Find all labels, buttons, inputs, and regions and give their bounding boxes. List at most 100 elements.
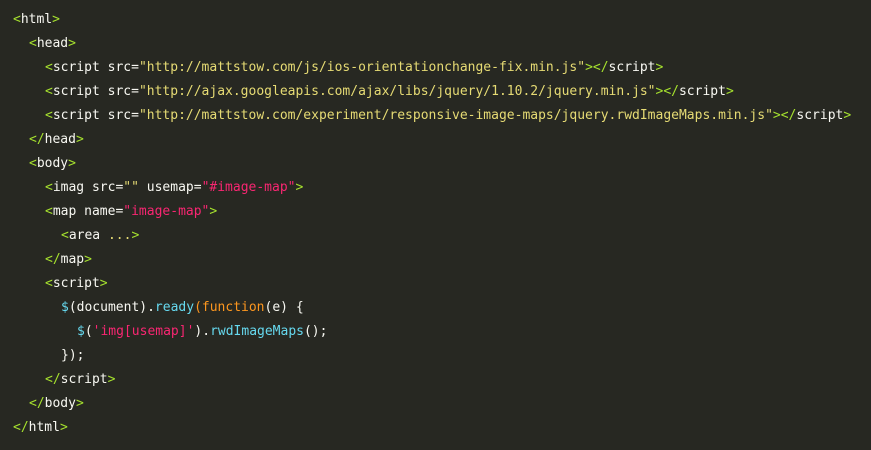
code-token: < [13, 12, 21, 27]
code-token: ( [84, 324, 93, 339]
code-line: <script> [0, 272, 871, 296]
code-token: > [843, 108, 852, 123]
code-token: ). [194, 324, 211, 339]
code-token: > [52, 12, 60, 27]
code-token: (); [303, 324, 328, 339]
code-token: </ [29, 396, 45, 411]
code-token: < [45, 84, 53, 99]
code-line: <body> [0, 152, 871, 176]
code-token: script [60, 372, 108, 387]
code-token: < [45, 276, 53, 291]
code-token: > [725, 84, 734, 99]
code-token: < [29, 156, 37, 171]
code-token: ></ [772, 108, 797, 123]
code-token: area [68, 228, 101, 243]
code-token: $ [77, 324, 85, 339]
code-token: > [84, 252, 92, 267]
code-token: </ [45, 252, 61, 267]
code-token: ></ [655, 84, 679, 99]
code-line: <html> [0, 8, 871, 32]
code-token: head [36, 36, 69, 51]
code-token: = [131, 60, 139, 75]
code-token: < [29, 36, 37, 51]
code-token: script [678, 84, 726, 99]
code-token: > [68, 36, 76, 51]
code-line: </body> [0, 392, 871, 416]
code-token: = [131, 84, 139, 99]
code-token: > [59, 420, 68, 435]
code-token: src [91, 180, 116, 195]
code-token: > [75, 132, 84, 147]
code-block: <html> <head> <script src="http://mattstow… [0, 0, 871, 450]
code-token: = [131, 108, 139, 123]
code-token: > [75, 396, 84, 411]
code-token: map [60, 252, 85, 267]
code-token: > [295, 180, 304, 195]
code-token: imag [52, 180, 85, 195]
code-token: > [107, 372, 116, 387]
code-line: $(document).ready(function(e) { [0, 296, 871, 320]
code-line: <script src="http://mattstow.com/experim… [0, 104, 871, 128]
code-token: script [52, 276, 100, 291]
code-token: html [20, 12, 53, 27]
code-token: > [655, 60, 664, 75]
code-token: < [45, 108, 53, 123]
code-token: < [45, 180, 53, 195]
code-token: name [84, 204, 116, 219]
code-token: body [36, 156, 69, 171]
code-token: script [608, 60, 656, 75]
code-line: </head> [0, 128, 871, 152]
code-token: }); [61, 348, 85, 363]
code-token: function [201, 300, 265, 315]
code-token: < [45, 60, 53, 75]
code-token: </ [13, 420, 29, 435]
code-line: </script> [0, 368, 871, 392]
code-token: map [52, 204, 77, 219]
code-line: </html> [0, 416, 871, 440]
code-token: </ [45, 372, 61, 387]
code-token: > [68, 156, 76, 171]
code-token: "image-map" [123, 204, 210, 219]
code-line: <script src="http://ajax.googleapis.com/… [0, 80, 871, 104]
code-token: src [107, 60, 132, 75]
code-token: ></ [585, 60, 609, 75]
code-token: < [45, 204, 53, 219]
code-token: script [796, 108, 844, 123]
code-line: <imag src="" usemap="#image-map"> [0, 176, 871, 200]
code-token: < [61, 228, 69, 243]
code-token: ready [154, 300, 195, 315]
code-line: <map name="image-map"> [0, 200, 871, 224]
code-token: $ [61, 300, 69, 315]
code-token: "#image-map" [201, 180, 296, 195]
code-token: > [99, 276, 108, 291]
code-token: "http://mattstow.com/experiment/responsi… [138, 108, 773, 123]
code-token: "http://mattstow.com/js/ios-orientationc… [138, 60, 586, 75]
code-line: <area ...> [0, 224, 871, 248]
code-line: $('img[usemap]').rwdImageMaps(); [0, 320, 871, 344]
code-token: (document). [68, 300, 155, 315]
code-token: </ [29, 132, 45, 147]
code-token: script [52, 60, 100, 75]
code-token: src [107, 108, 132, 123]
code-token: (e) { [264, 300, 304, 315]
code-token: ( [194, 300, 202, 315]
code-token: ... [107, 228, 132, 243]
code-token: > [209, 204, 218, 219]
code-token: "http://ajax.googleapis.com/ajax/libs/jq… [138, 84, 656, 99]
code-line: }); [0, 344, 871, 368]
code-token: body [44, 396, 76, 411]
code-token: = [193, 180, 202, 195]
code-token: rwdImageMaps [210, 324, 304, 339]
code-token: html [28, 420, 60, 435]
code-token: src [107, 84, 132, 99]
code-token: script [52, 108, 100, 123]
code-token: > [131, 228, 140, 243]
code-token: script [52, 84, 100, 99]
